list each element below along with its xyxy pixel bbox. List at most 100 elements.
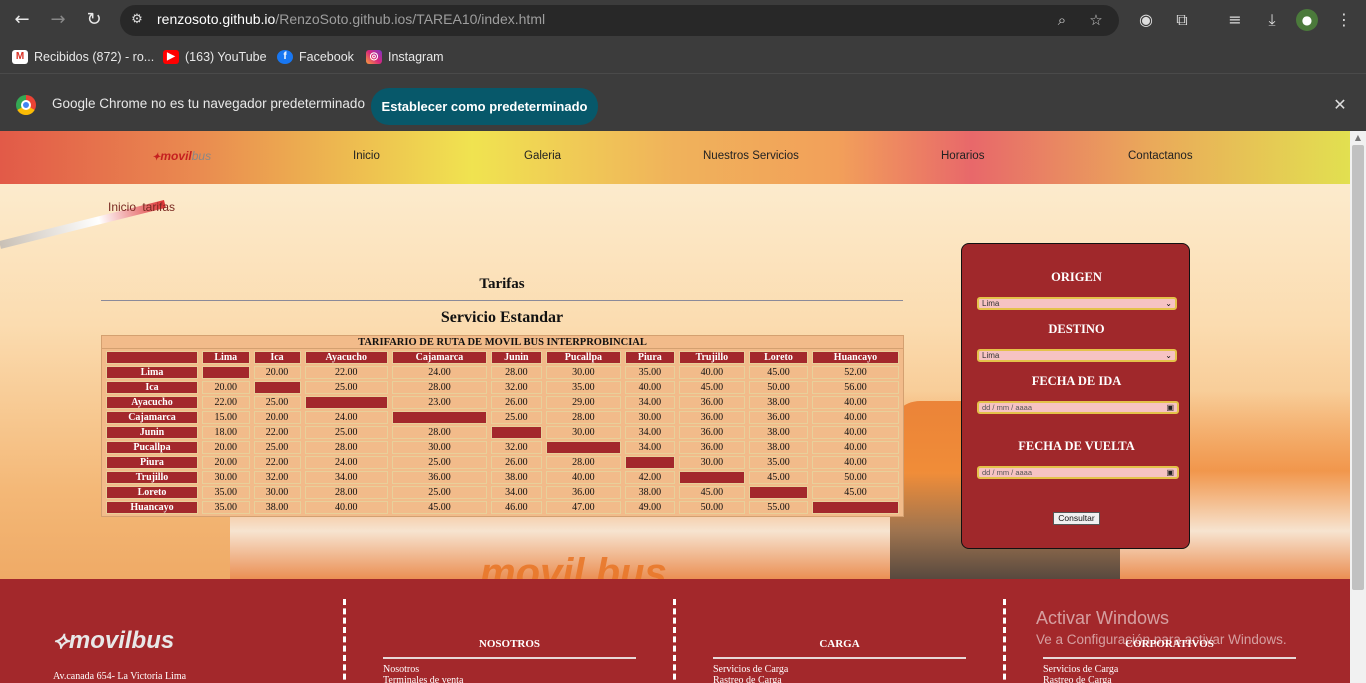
table-cell: 36.00: [678, 411, 746, 424]
footer-separator: [343, 599, 346, 683]
title-divider: [101, 300, 903, 301]
table-cell: 22.00: [202, 396, 250, 409]
section-title: Servicio Estandar: [440, 309, 564, 326]
bookmark-label: Recibidos (872) - ro...: [34, 50, 155, 64]
address-bar[interactable]: ⚙ renzosoto.github.io/RenzoSoto.github.i…: [120, 5, 1119, 36]
site-info-icon[interactable]: ⚙: [128, 11, 146, 29]
page-title: Tarifas: [479, 276, 525, 292]
depart-date-placeholder: dd / mm / aaaa: [982, 403, 1033, 412]
facebook-icon: f: [277, 50, 293, 64]
movilbus-logo[interactable]: ✦movilbus: [152, 149, 211, 163]
table-cell-empty: [491, 426, 542, 439]
row-header: Lima: [106, 366, 198, 379]
table-cell: 26.00: [491, 396, 542, 409]
footer-link[interactable]: Servicios de Carga: [1043, 664, 1118, 675]
table-cell: 30.00: [545, 366, 622, 379]
calendar-icon[interactable]: ▣: [1166, 468, 1174, 477]
media-controls-icon[interactable]: ≡: [1223, 8, 1247, 32]
table-cell: 30.00: [253, 486, 301, 499]
vertical-scrollbar[interactable]: ▲: [1350, 131, 1366, 683]
row-header: Ica: [106, 381, 198, 394]
table-row: Huancayo 35.00 38.00 40.00 45.00 46.00 47.00 49…: [106, 501, 899, 514]
scroll-thumb[interactable]: [1352, 145, 1364, 590]
bookmark-star-icon[interactable]: ☆: [1086, 10, 1106, 30]
calendar-icon[interactable]: ▣: [1166, 403, 1174, 412]
table-cell: 35.00: [625, 366, 675, 379]
table-cell: 24.00: [304, 411, 388, 424]
table-cell: 36.00: [678, 441, 746, 454]
nav-nuestros-servicios[interactable]: Nuestros Servicios: [703, 150, 799, 162]
footer-address: Av.canada 654- La Victoria Lima: [53, 671, 187, 682]
table-cell: 40.00: [811, 396, 899, 409]
table-cell: 30.00: [625, 411, 675, 424]
column-header: Cajamarca: [391, 351, 488, 364]
profile-avatar-icon[interactable]: ●: [1296, 9, 1318, 31]
table-cell: 28.00: [304, 441, 388, 454]
set-default-button[interactable]: Establecer como predeterminado: [371, 88, 598, 125]
close-icon[interactable]: ✕: [1330, 95, 1350, 115]
table-row: Ayacucho 22.00 25.00 23.00 26.00 29.00 34.00 36…: [106, 396, 899, 409]
extensions-icon[interactable]: ⧉: [1170, 8, 1194, 32]
return-date-input[interactable]: dd / mm / aaaa ▣: [977, 466, 1179, 479]
nav-inicio[interactable]: Inicio: [353, 150, 380, 162]
bookmark-label: Instagram: [388, 50, 444, 64]
origin-select[interactable]: Lima ⌄: [977, 297, 1177, 310]
row-header: Cajamarca: [106, 411, 198, 424]
destination-select[interactable]: Lima ⌄: [977, 349, 1177, 362]
nav-galeria[interactable]: Galeria: [524, 150, 561, 162]
table-cell: 36.00: [678, 426, 746, 439]
footer-link[interactable]: Servicios de Carga: [713, 664, 788, 675]
nav-contactanos[interactable]: Contactanos: [1128, 150, 1193, 162]
infobar-message: Google Chrome no es tu navegador predete…: [52, 96, 365, 111]
table-cell-empty: [545, 441, 622, 454]
nav-horarios[interactable]: Horarios: [941, 150, 984, 162]
footer-link[interactable]: Rastreo de Carga: [1043, 675, 1112, 683]
table-cell: 29.00: [545, 396, 622, 409]
bookmark-youtube[interactable]: ▶ (163) YouTube: [163, 48, 267, 66]
table-row: Trujillo 30.00 32.00 34.00 36.00 38.00 40.00 42…: [106, 471, 899, 484]
table-cell: 28.00: [491, 366, 542, 379]
footer-link[interactable]: Terminales de venta: [383, 675, 463, 683]
footer-link[interactable]: Nosotros: [383, 664, 419, 675]
table-cell: 55.00: [749, 501, 808, 514]
back-arrow-icon[interactable]: ←: [10, 8, 34, 32]
bookmark-instagram[interactable]: ◎ Instagram: [366, 48, 444, 66]
table-cell: 40.00: [811, 426, 899, 439]
bookmark-facebook[interactable]: f Facebook: [277, 48, 354, 66]
table-cell: 49.00: [625, 501, 675, 514]
download-icon[interactable]: ⤓: [1260, 8, 1284, 32]
column-header: Pucallpa: [545, 351, 622, 364]
reload-icon[interactable]: ↻: [82, 8, 106, 32]
breadcrumb[interactable]: Inicio tarifas: [108, 200, 175, 214]
cast-icon[interactable]: ◉: [1134, 8, 1158, 32]
zoom-search-icon[interactable]: ⌕: [1052, 10, 1072, 30]
site-navbar: ✦movilbus Inicio Galeria Nuestros Servic…: [0, 131, 1350, 184]
table-cell: 45.00: [678, 381, 746, 394]
footer-logo[interactable]: ⟡movilbus: [53, 627, 174, 655]
table-cell: 20.00: [253, 366, 301, 379]
table-cell: 28.00: [391, 426, 488, 439]
instagram-icon: ◎: [366, 50, 382, 64]
menu-kebab-icon[interactable]: ⋮: [1332, 8, 1356, 32]
table-cell: 45.00: [391, 501, 488, 514]
gmail-icon: M: [12, 50, 28, 64]
table-cell: 38.00: [749, 441, 808, 454]
table-cell: 25.00: [491, 411, 542, 424]
scroll-up-arrow-icon[interactable]: ▲: [1353, 133, 1363, 143]
depart-date-input[interactable]: dd / mm / aaaa ▣: [977, 401, 1179, 414]
table-cell: 32.00: [491, 381, 542, 394]
table-cell: 36.00: [678, 396, 746, 409]
table-cell: 23.00: [391, 396, 488, 409]
table-cell: 25.00: [304, 381, 388, 394]
bookmark-gmail[interactable]: M Recibidos (872) - ro...: [12, 48, 154, 66]
forward-arrow-icon[interactable]: →: [46, 8, 70, 32]
footer-link[interactable]: Rastreo de Carga: [713, 675, 782, 683]
table-cell: 25.00: [253, 441, 301, 454]
url-text[interactable]: renzosoto.github.io/RenzoSoto.github.ios…: [157, 11, 545, 27]
table-cell: 47.00: [545, 501, 622, 514]
consultar-button[interactable]: Consultar: [1053, 512, 1100, 525]
table-cell: 45.00: [749, 471, 808, 484]
table-cell: 28.00: [545, 456, 622, 469]
table-cell: 25.00: [304, 426, 388, 439]
origin-label: ORIGEN: [1051, 270, 1102, 284]
